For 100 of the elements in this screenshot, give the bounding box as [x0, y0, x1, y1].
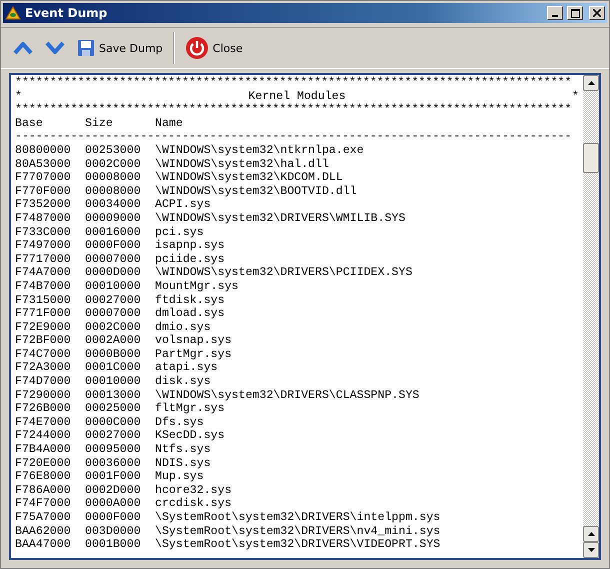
- module-size: 00010000: [85, 280, 142, 294]
- module-size: 00009000: [85, 212, 142, 226]
- module-path: isapnp.sys: [155, 239, 226, 253]
- module-size: 0000F000: [85, 511, 142, 525]
- scroll-thumb[interactable]: [583, 143, 599, 173]
- module-path: Mup.sys: [155, 470, 205, 484]
- module-path: Dfs.sys: [155, 416, 205, 430]
- base-address: 80A53000: [15, 158, 72, 172]
- module-path: dmload.sys: [155, 307, 226, 321]
- module-size: 003D0000: [85, 524, 142, 538]
- module-path: crcdisk.sys: [155, 497, 233, 511]
- base-address: F72A3000: [15, 361, 72, 376]
- module-size: 00253000: [85, 144, 142, 158]
- chevron-up-icon: [13, 41, 33, 55]
- base-address: F7497000: [15, 239, 72, 253]
- module-size: 00095000: [85, 443, 142, 457]
- module-size: 0001F000: [85, 470, 142, 484]
- base-address: F74D7000: [15, 375, 72, 389]
- base-address: F7290000: [15, 388, 72, 402]
- module-size: 00034000: [85, 198, 142, 212]
- close-button[interactable]: [589, 6, 605, 20]
- column-header: Size: [85, 116, 114, 130]
- base-address: BAA62000: [15, 524, 72, 538]
- module-path: \WINDOWS\system32\DRIVERS\CLASSPNP.SYS: [155, 388, 420, 402]
- module-path: NDIS.sys: [155, 456, 212, 470]
- module-size: 0000B000: [85, 348, 142, 362]
- module-path: dmio.sys: [155, 320, 212, 334]
- base-address: F74A7000: [15, 266, 72, 280]
- close-button[interactable]: Close: [180, 32, 247, 64]
- base-address: F770F000: [15, 184, 72, 198]
- module-path: ACPI.sys: [155, 198, 212, 212]
- module-path: \SystemRoot\system32\DRIVERS\VIDEOPRT.SYS: [155, 538, 442, 552]
- column-header: Name: [155, 116, 184, 130]
- module-size: 00007000: [85, 307, 142, 321]
- module-path: KSecDD.sys: [155, 429, 226, 444]
- base-address: F720E000: [15, 456, 72, 470]
- base-address: F76E8000: [15, 470, 72, 484]
- module-size: 00008000: [85, 184, 142, 198]
- module-path: PartMgr.sys: [155, 348, 233, 362]
- module-size: 0002A000: [85, 334, 142, 348]
- base-address: F733C000: [15, 226, 72, 240]
- module-path: \WINDOWS\system32\BOOTVID.dll: [155, 184, 358, 198]
- column-header: Base: [15, 116, 44, 130]
- window-title: Event Dump: [25, 6, 108, 20]
- divider-line: --------------------------------------------------------------------------------: [15, 130, 573, 144]
- module-size: 0002C000: [85, 320, 142, 334]
- banner-mark: *: [15, 90, 22, 104]
- base-address: F7707000: [15, 171, 72, 185]
- module-size: 00008000: [85, 171, 142, 185]
- base-address: F72BF000: [15, 334, 72, 348]
- module-size: 00007000: [85, 252, 142, 266]
- module-path: \SystemRoot\system32\DRIVERS\nv4_mini.sys: [155, 524, 442, 538]
- banner-mark: *: [572, 90, 579, 104]
- module-size: 0000C000: [85, 416, 142, 430]
- scrollbar[interactable]: [583, 75, 599, 558]
- module-path: pciide.sys: [155, 252, 226, 266]
- base-address: F74C7000: [15, 348, 72, 362]
- base-address: F74E7000: [15, 416, 72, 430]
- eye-triangle-icon: [5, 6, 21, 20]
- power-icon: [184, 36, 209, 60]
- module-path: \WINDOWS\system32\hal.dll: [155, 158, 330, 172]
- module-size: 00013000: [85, 388, 142, 402]
- module-size: 00036000: [85, 456, 142, 470]
- banner-line: ********************************************************************************: [15, 76, 573, 90]
- module-size: 0000A000: [85, 497, 142, 511]
- base-address: F74B7000: [15, 280, 72, 294]
- module-path: fltMgr.sys: [155, 402, 226, 416]
- maximize-button[interactable]: [567, 6, 583, 20]
- base-address: 80800000: [15, 144, 72, 158]
- module-path: \SystemRoot\system32\DRIVERS\intelppm.sys: [155, 511, 442, 525]
- maximize-icon: [570, 8, 580, 18]
- base-address: F75A7000: [15, 511, 72, 525]
- module-path: \WINDOWS\system32\ntkrnlpa.exe: [155, 144, 365, 158]
- module-size: 00016000: [85, 226, 142, 240]
- module-path: disk.sys: [155, 375, 212, 389]
- base-address: F7717000: [15, 252, 72, 266]
- module-size: 0002D000: [85, 484, 142, 498]
- module-path: atapi.sys: [155, 361, 219, 376]
- module-path: pci.sys: [155, 226, 205, 240]
- base-address: F74F7000: [15, 497, 72, 511]
- banner-line: ********************************************************************************: [15, 103, 573, 117]
- chevron-down-icon: [45, 41, 65, 55]
- base-address: F7B4A000: [15, 443, 72, 457]
- close-icon: [593, 9, 601, 17]
- base-address: F786A000: [15, 484, 72, 498]
- module-path: Ntfs.sys: [155, 443, 212, 457]
- module-size: 0001B000: [85, 538, 142, 552]
- base-address: F726B000: [15, 402, 72, 416]
- module-size: 0002C000: [85, 158, 142, 172]
- minimize-button[interactable]: [547, 6, 563, 20]
- module-path: ftdisk.sys: [155, 294, 226, 308]
- module-path: MountMgr.sys: [155, 280, 240, 294]
- module-size: 0000D000: [85, 266, 142, 280]
- save-dump-button[interactable]: Save Dump: [73, 32, 167, 64]
- module-size: 0001C000: [85, 361, 142, 376]
- module-size: 00027000: [85, 429, 142, 444]
- module-path: \WINDOWS\system32\KDCOM.DLL: [155, 171, 344, 185]
- module-size: 00027000: [85, 294, 142, 308]
- module-path: hcore32.sys: [155, 484, 233, 498]
- base-address: F771F000: [15, 307, 72, 321]
